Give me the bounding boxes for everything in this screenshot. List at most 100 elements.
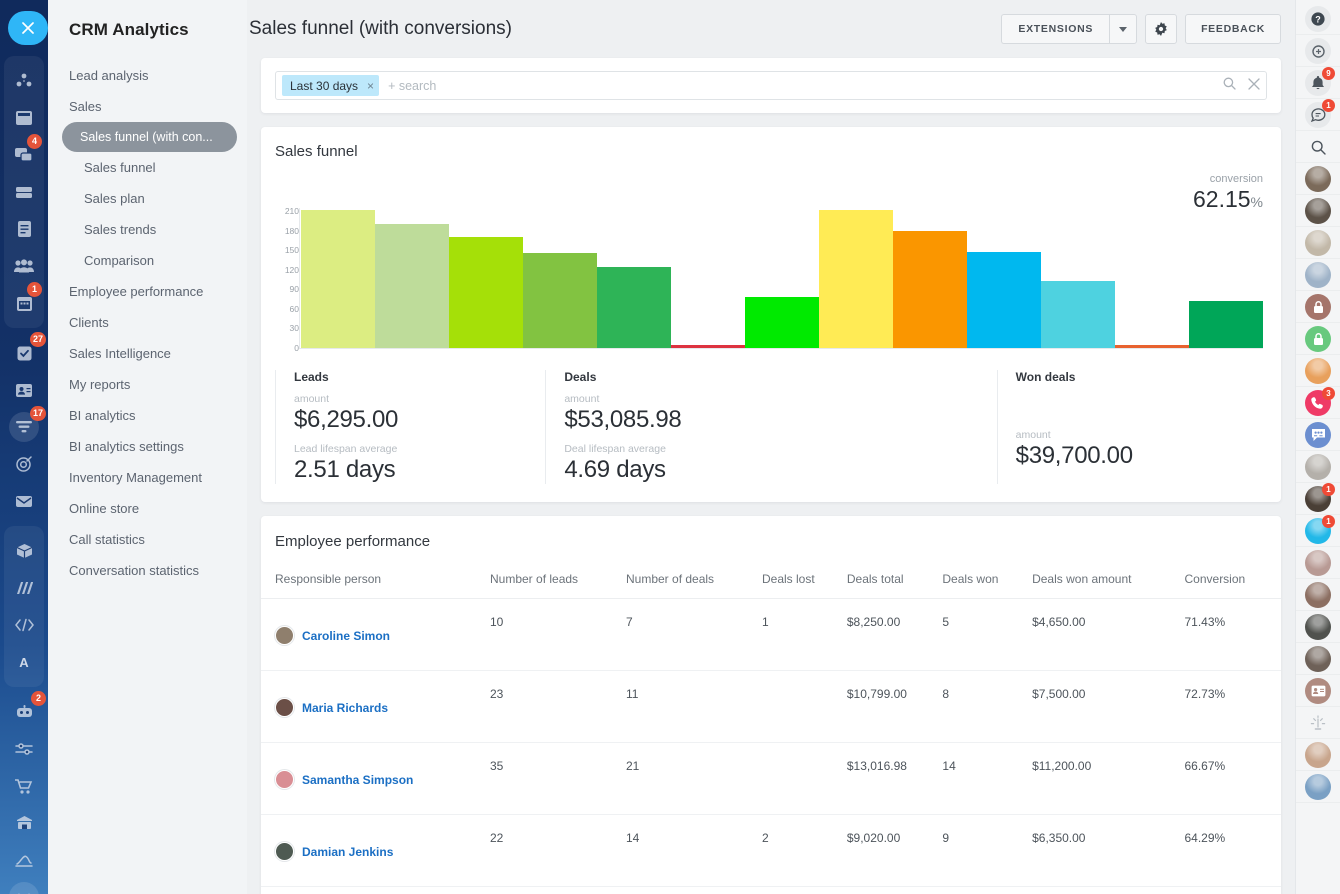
inventory-icon[interactable]	[4, 535, 44, 567]
mail-icon[interactable]	[0, 485, 48, 517]
close-icon[interactable]: ×	[367, 79, 374, 93]
chart-bar[interactable]	[375, 224, 449, 348]
avatar[interactable]	[1296, 228, 1340, 259]
sign-icon[interactable]	[0, 844, 48, 876]
search-input[interactable]: + search	[388, 79, 1223, 93]
table-column-header[interactable]: Deals total	[847, 564, 943, 599]
business-card-icon[interactable]	[1296, 676, 1340, 707]
person-cell[interactable]: Samantha Simpson	[275, 759, 484, 789]
avatar[interactable]	[1296, 452, 1340, 483]
extensions-button[interactable]: EXTENSIONS	[1001, 14, 1109, 44]
documents-icon[interactable]	[4, 213, 44, 245]
avatar[interactable]	[1296, 196, 1340, 227]
sidebar-item-bi-analytics[interactable]: BI analytics	[48, 400, 247, 431]
feed-icon[interactable]	[4, 102, 44, 134]
chart-bar[interactable]	[1189, 301, 1263, 348]
close-x-icon[interactable]	[8, 11, 48, 45]
sidebar-item-comparison[interactable]: Comparison	[48, 245, 247, 276]
search-icon[interactable]	[1223, 77, 1236, 95]
avatar[interactable]: 1	[1296, 484, 1340, 515]
table-column-header[interactable]: Deals lost	[762, 564, 847, 599]
chart-bar-column[interactable]	[819, 208, 893, 348]
avatar[interactable]	[1296, 644, 1340, 675]
sidebar-item-employee-performance[interactable]: Employee performance	[48, 276, 247, 307]
sidebar-item-sales[interactable]: Sales	[48, 91, 247, 122]
search-icon[interactable]	[1296, 132, 1340, 163]
chevron-down-icon[interactable]	[0, 881, 48, 894]
sidebar-item-online-store[interactable]: Online store	[48, 493, 247, 524]
table-column-header[interactable]: Responsible person	[261, 564, 490, 599]
table-column-header[interactable]: Deals won	[942, 564, 1032, 599]
person-name-link[interactable]: Caroline Simon	[302, 629, 390, 643]
table-row[interactable]: Zaire Kongsala30161$12,000.0011$10,000.0…	[261, 887, 1281, 894]
settings-sliders-icon[interactable]	[0, 733, 48, 765]
target-icon[interactable]	[0, 448, 48, 480]
chart-bar-column[interactable]	[671, 208, 745, 348]
sidebar-item-sales-funnel-with-conversions[interactable]: Sales funnel (with con...	[62, 122, 237, 152]
chart-bar[interactable]	[745, 297, 819, 348]
avatar[interactable]	[1296, 612, 1340, 643]
pulse-icon[interactable]	[1296, 36, 1340, 67]
chart-bar-column[interactable]	[1189, 208, 1263, 348]
avatar[interactable]	[1296, 772, 1340, 803]
person-name-link[interactable]: Maria Richards	[302, 701, 388, 715]
chart-bar-column[interactable]	[523, 208, 597, 348]
tasks-icon[interactable]: 27	[0, 337, 48, 369]
person-cell[interactable]: Maria Richards	[275, 687, 484, 717]
person-cell[interactable]: Damian Jenkins	[275, 831, 484, 861]
table-column-header[interactable]: Number of deals	[626, 564, 762, 599]
sidebar-item-clients[interactable]: Clients	[48, 307, 247, 338]
chart-bar-column[interactable]	[597, 208, 671, 348]
person-cell[interactable]: Caroline Simon	[275, 615, 484, 645]
person-name-link[interactable]: Samantha Simpson	[302, 773, 413, 787]
table-row[interactable]: Samantha Simpson3521$13,016.9814$11,200.…	[261, 743, 1281, 815]
celebration-icon[interactable]	[1296, 708, 1340, 739]
chart-bar[interactable]	[893, 231, 967, 348]
groups-icon[interactable]	[4, 250, 44, 282]
chart-bar[interactable]	[671, 345, 745, 348]
sidebar-item-inventory-management[interactable]: Inventory Management	[48, 462, 247, 493]
chart-bar-column[interactable]	[449, 208, 523, 348]
group-chat-icon[interactable]	[1296, 420, 1340, 451]
cart-icon[interactable]	[0, 770, 48, 802]
code-icon[interactable]	[4, 609, 44, 641]
sidebar-item-conversation-statistics[interactable]: Conversation statistics	[48, 555, 247, 586]
contacts-icon[interactable]	[0, 374, 48, 406]
lock-icon[interactable]	[1296, 292, 1340, 323]
sidebar-item-bi-analytics-settings[interactable]: BI analytics settings	[48, 431, 247, 462]
avatar[interactable]	[1296, 356, 1340, 387]
filter-search-input[interactable]: Last 30 days × + search	[275, 71, 1267, 100]
sidebar-item-call-statistics[interactable]: Call statistics	[48, 524, 247, 555]
chart-bar-column[interactable]	[375, 208, 449, 348]
company-icon[interactable]	[0, 807, 48, 839]
table-column-header[interactable]: Deals won amount	[1032, 564, 1184, 599]
drive-icon[interactable]	[4, 176, 44, 208]
chat-bubble-icon[interactable]: 1	[1296, 100, 1340, 131]
chart-bar[interactable]	[967, 252, 1041, 348]
chart-bar-column[interactable]	[745, 208, 819, 348]
sidebar-item-sales-intelligence[interactable]: Sales Intelligence	[48, 338, 247, 369]
notifications-bell-icon[interactable]: 9	[1296, 68, 1340, 99]
chart-bar[interactable]	[301, 210, 375, 348]
chart-bar-column[interactable]	[1041, 208, 1115, 348]
caret-down-icon[interactable]	[1109, 14, 1137, 44]
chart-bar[interactable]	[819, 210, 893, 348]
filter-chip-last-30-days[interactable]: Last 30 days ×	[282, 75, 379, 96]
chart-bar[interactable]	[1115, 345, 1189, 348]
avatar[interactable]	[1296, 164, 1340, 195]
chart-bar-column[interactable]	[893, 208, 967, 348]
lock-icon[interactable]	[1296, 324, 1340, 355]
chart-bar-column[interactable]	[1115, 208, 1189, 348]
chart-bar-column[interactable]	[967, 208, 1041, 348]
person-name-link[interactable]: Damian Jenkins	[302, 845, 393, 859]
analytics-icon[interactable]	[4, 572, 44, 604]
table-row[interactable]: Caroline Simon1071$8,250.005$4,650.0071.…	[261, 599, 1281, 671]
gear-icon[interactable]	[1145, 14, 1177, 44]
chart-bar[interactable]	[597, 267, 671, 348]
sidebar-item-my-reports[interactable]: My reports	[48, 369, 247, 400]
chart-bar[interactable]	[1041, 281, 1115, 348]
avatar[interactable]	[1296, 548, 1340, 579]
sidebar-item-sales-trends[interactable]: Sales trends	[48, 214, 247, 245]
bot-icon[interactable]: 2	[0, 696, 48, 728]
feedback-button[interactable]: FEEDBACK	[1185, 14, 1281, 44]
